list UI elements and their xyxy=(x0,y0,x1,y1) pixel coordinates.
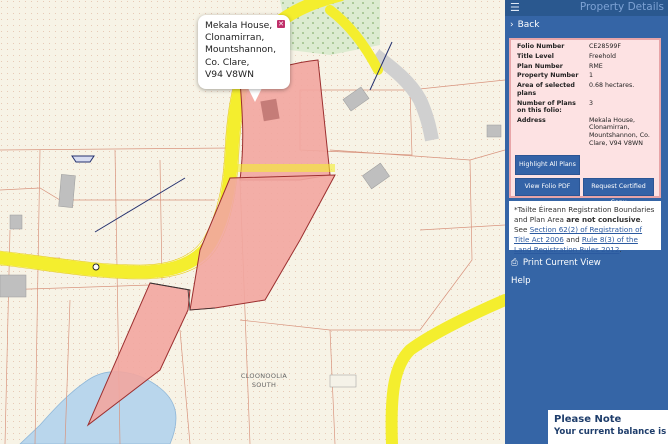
note-heading: Please Note xyxy=(554,414,622,425)
point-marker xyxy=(92,263,100,271)
note-text: Your current balance is xyxy=(554,427,667,437)
popup-tail xyxy=(248,88,262,102)
property-details-box: Folio Number CE28599F Title Level Freehold… xyxy=(509,38,661,206)
panel-header: ☰ Property Details xyxy=(505,0,668,16)
detail-row: Plan Number RME xyxy=(517,63,657,73)
popup-line: Mountshannon, xyxy=(205,44,277,56)
popup-line: Co. Clare, xyxy=(205,56,250,68)
detail-value: 3 xyxy=(589,99,594,107)
print-label: Print Current View xyxy=(522,258,601,268)
popup-close-icon[interactable]: ✕ xyxy=(277,20,285,28)
townland-label: CLOONOOLIA SOUTH xyxy=(232,372,296,390)
detail-label: Plan Number xyxy=(517,62,563,70)
highlight-all-plans-button[interactable]: Highlight All Plans xyxy=(515,155,580,175)
detail-value: 1 xyxy=(589,72,594,80)
detail-value: Mekala House, Clonamirran, Mountshannon,… xyxy=(589,116,650,147)
disclaimer-box: *Tailte Éireann Registration Boundaries … xyxy=(509,201,661,254)
house-building xyxy=(260,98,280,122)
printer-icon: ⎙ xyxy=(511,258,518,268)
detail-value: Freehold xyxy=(589,52,616,60)
detail-row: Folio Number CE28599F xyxy=(517,43,657,53)
townland-label-line2: SOUTH xyxy=(251,381,277,389)
disclaimer-bold: are not conclusive xyxy=(566,215,641,224)
detail-label: Property Number xyxy=(517,72,579,80)
popup-line: Mekala House, xyxy=(205,20,273,31)
back-label: Back xyxy=(517,20,540,30)
detail-label: Folio Number xyxy=(517,43,565,50)
view-folio-pdf-button[interactable]: View Folio PDF xyxy=(515,178,580,196)
popup-line: Clonamirran, xyxy=(205,32,265,44)
popup-line: V94 V8WN xyxy=(205,68,254,80)
detail-value: CE28599F xyxy=(589,43,622,50)
details-table: Folio Number CE28599F Title Level Freehold… xyxy=(517,43,657,149)
detail-row: Area of selected plans 0.68 hectares. xyxy=(517,82,657,99)
detail-value: 0.68 hectares. xyxy=(589,82,635,90)
detail-row: Number of Plans on this folio: 3 xyxy=(517,100,657,117)
chevron-right-icon: › xyxy=(510,20,514,30)
address-popup: ✕ Mekala House, Clonamirran, Mountshanno… xyxy=(198,15,290,89)
detail-row: Address Mekala House, Clonamirran, Mounts… xyxy=(517,117,657,150)
disclaimer-text: . xyxy=(619,245,622,254)
help-link[interactable]: Help xyxy=(511,276,531,286)
disclaimer-text: and xyxy=(563,235,582,244)
menu-icon[interactable]: ☰ xyxy=(510,2,520,13)
detail-row: Property Number 1 xyxy=(517,72,657,82)
panel-title: Property Details xyxy=(579,1,664,13)
back-button[interactable]: › Back xyxy=(510,20,543,30)
detail-label: Area of selected plans xyxy=(517,82,575,97)
request-certified-copy-button[interactable]: Request Certified Copy xyxy=(583,178,654,206)
townland-label-line1: CLOONOOLIA xyxy=(240,372,288,380)
detail-label: Number of Plans on this folio: xyxy=(517,99,576,115)
balance-note: Please Note Your current balance is xyxy=(548,410,668,444)
detail-label: Address xyxy=(517,116,546,124)
print-current-view-button[interactable]: ⎙ Print Current View xyxy=(511,258,601,268)
detail-value: RME xyxy=(589,62,603,70)
detail-label: Title Level xyxy=(517,52,554,60)
detail-row: Title Level Freehold xyxy=(517,53,657,63)
